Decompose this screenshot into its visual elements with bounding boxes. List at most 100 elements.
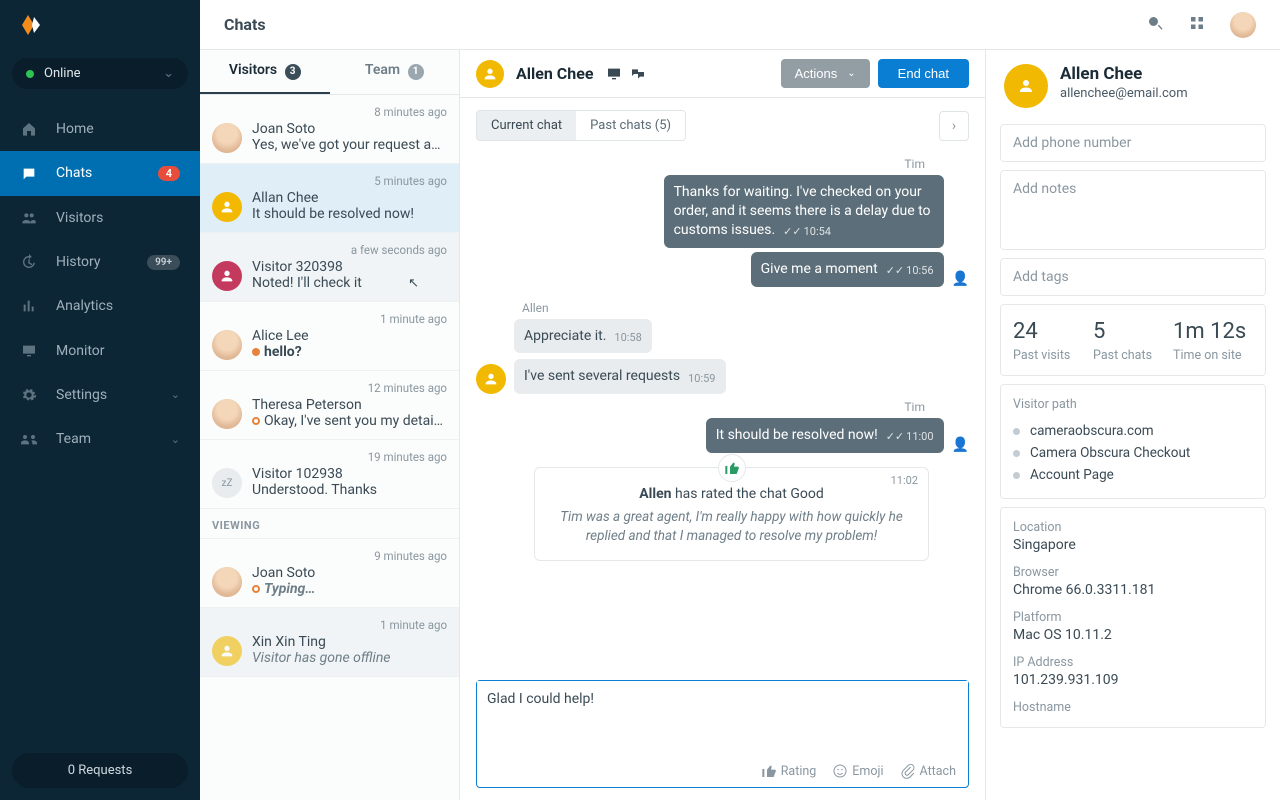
nav-settings[interactable]: Settings⌄ <box>0 373 200 417</box>
list-tabs: Visitors 3 Team 1 <box>200 50 459 95</box>
conv-time: 1 minute ago <box>252 618 447 632</box>
platform-value: Mac OS 10.11.2 <box>1013 627 1253 643</box>
message-input[interactable]: Glad I could help! <box>477 681 968 757</box>
message-text: It should be resolved now! <box>716 427 878 443</box>
tab-team[interactable]: Team 1 <box>330 50 460 94</box>
stats-card: 24Past visits 5Past chats 1m 12sTime on … <box>1000 304 1266 376</box>
stat-chats-label: Past chats <box>1093 348 1173 363</box>
agent-avatar: 👤 <box>952 437 969 453</box>
agent-avatar: 👤 <box>952 271 969 287</box>
message-time: 10:59 <box>688 372 715 387</box>
conversation-item[interactable]: a few seconds agoVisitor 320398Noted! I'… <box>200 233 459 302</box>
button-label: Actions <box>795 66 838 81</box>
emoji-button[interactable]: Emoji <box>832 763 883 779</box>
stat-time-label: Time on site <box>1173 348 1253 363</box>
monitor-icon <box>20 342 38 358</box>
conv-preview: Visitor has gone offline <box>252 650 447 666</box>
pending-ring-icon <box>252 585 260 593</box>
avatar <box>212 330 242 360</box>
nav-visitors[interactable]: Visitors <box>0 196 200 240</box>
composer: Glad I could help! Rating Emoji Attach <box>476 680 969 788</box>
tab-count: 3 <box>285 64 301 80</box>
message-text: Appreciate it. <box>524 328 606 344</box>
nav-history[interactable]: History99+ <box>0 240 200 284</box>
cursor-icon: ↖ <box>408 276 419 291</box>
path-item[interactable]: Camera Obscura Checkout <box>1013 442 1253 464</box>
message-bubble: Thanks for waiting. I've checked on your… <box>664 175 944 248</box>
stat-chats-value: 5 <box>1093 319 1173 344</box>
tab-visitors[interactable]: Visitors 3 <box>200 50 330 94</box>
message-row: Appreciate it.10:58 <box>476 319 969 354</box>
visitor-avatar <box>476 364 506 394</box>
notes-card[interactable]: Add notes <box>1000 170 1266 250</box>
avatar <box>212 399 242 429</box>
tags-card[interactable]: Add tags <box>1000 258 1266 296</box>
hostname-label: Hostname <box>1013 700 1253 715</box>
ip-value: 101.239.931.109 <box>1013 672 1253 688</box>
conv-time: 8 minutes ago <box>252 105 447 119</box>
path-dot-icon <box>1013 450 1020 457</box>
actions-dropdown[interactable]: Actions ⌄ <box>781 59 870 88</box>
visitor-name: Allen Chee <box>1060 64 1188 84</box>
chat-avatar <box>476 60 504 88</box>
end-chat-button[interactable]: End chat <box>878 59 969 88</box>
nav-monitor[interactable]: Monitor <box>0 328 200 372</box>
conversation-list-pane: Visitors 3 Team 1 8 minutes agoJoan Soto… <box>200 50 460 800</box>
conversation-item[interactable]: 1 minute agoAlice Leehello? <box>200 302 459 371</box>
search-icon[interactable] <box>1146 14 1164 36</box>
path-item[interactable]: Account Page <box>1013 464 1253 486</box>
location-value: Singapore <box>1013 537 1253 553</box>
home-icon <box>20 121 38 137</box>
avatar <box>212 261 242 291</box>
message-bubble: It should be resolved now!✓✓11:00 <box>706 418 944 453</box>
chevron-down-icon: ⌄ <box>171 388 180 401</box>
platform-label: Platform <box>1013 610 1253 625</box>
nav-analytics[interactable]: Analytics <box>0 284 200 328</box>
tab-label: Visitors <box>229 62 277 78</box>
composer-toolbar: Rating Emoji Attach <box>477 757 968 787</box>
conversation-item[interactable]: 9 minutes agoJoan SotoTyping… <box>200 539 459 608</box>
path-item[interactable]: cameraobscura.com <box>1013 420 1253 442</box>
button-label: End chat <box>898 66 949 81</box>
phone-card[interactable]: Add phone number <box>1000 124 1266 162</box>
attach-button[interactable]: Attach <box>900 763 956 779</box>
path-dot-icon <box>1013 472 1020 479</box>
phone-placeholder: Add phone number <box>1001 125 1265 161</box>
meta-card: LocationSingapore BrowserChrome 66.0.331… <box>1000 507 1266 728</box>
nav-chats[interactable]: Chats4 <box>0 151 200 195</box>
desktop-icon[interactable] <box>606 65 622 81</box>
browser-label: Browser <box>1013 565 1253 580</box>
conversation-item[interactable]: 8 minutes agoJoan SotoYes, we've got you… <box>200 95 459 164</box>
nav-home[interactable]: Home <box>0 107 200 151</box>
tab-past-chats[interactable]: Past chats (5) <box>576 111 685 140</box>
requests-pill[interactable]: 0 Requests <box>12 753 188 788</box>
collapse-button[interactable]: › <box>939 111 969 141</box>
transfer-icon[interactable] <box>630 65 646 81</box>
chats-badge: 4 <box>158 166 180 181</box>
history-badge: 99+ <box>147 255 180 270</box>
conv-preview: It should be resolved now! <box>252 206 447 222</box>
nav-team[interactable]: Team⌄ <box>0 417 200 461</box>
stat-visits-value: 24 <box>1013 319 1093 344</box>
conversation-item[interactable]: 5 minutes agoAllan CheeIt should be reso… <box>200 164 459 233</box>
status-selector[interactable]: Online ⌄ <box>12 58 188 89</box>
chevron-down-icon: ⌄ <box>847 68 855 79</box>
conv-preview: hello? <box>252 344 447 360</box>
user-avatar[interactable] <box>1230 12 1256 38</box>
message-time: 10:56 <box>906 264 933 277</box>
tab-current-chat[interactable]: Current chat <box>477 111 576 140</box>
rating-button[interactable]: Rating <box>761 763 817 779</box>
conversation-item[interactable]: zZ 19 minutes agoVisitor 102938Understoo… <box>200 440 459 509</box>
chevron-down-icon: ⌄ <box>163 66 174 81</box>
conversation-item[interactable]: 1 minute agoXin Xin TingVisitor has gone… <box>200 608 459 677</box>
apps-icon[interactable] <box>1188 14 1206 36</box>
conversation-item[interactable]: 12 minutes agoTheresa PetersonOkay, I've… <box>200 371 459 440</box>
conv-name: Theresa Peterson <box>252 397 447 413</box>
location-label: Location <box>1013 520 1253 535</box>
team-icon <box>20 431 38 447</box>
nav-label: Monitor <box>56 343 105 359</box>
read-check-icon: ✓✓ <box>783 225 801 238</box>
toolbar-label: Attach <box>920 764 956 779</box>
tab-count: 1 <box>408 64 424 80</box>
logo <box>0 0 200 50</box>
